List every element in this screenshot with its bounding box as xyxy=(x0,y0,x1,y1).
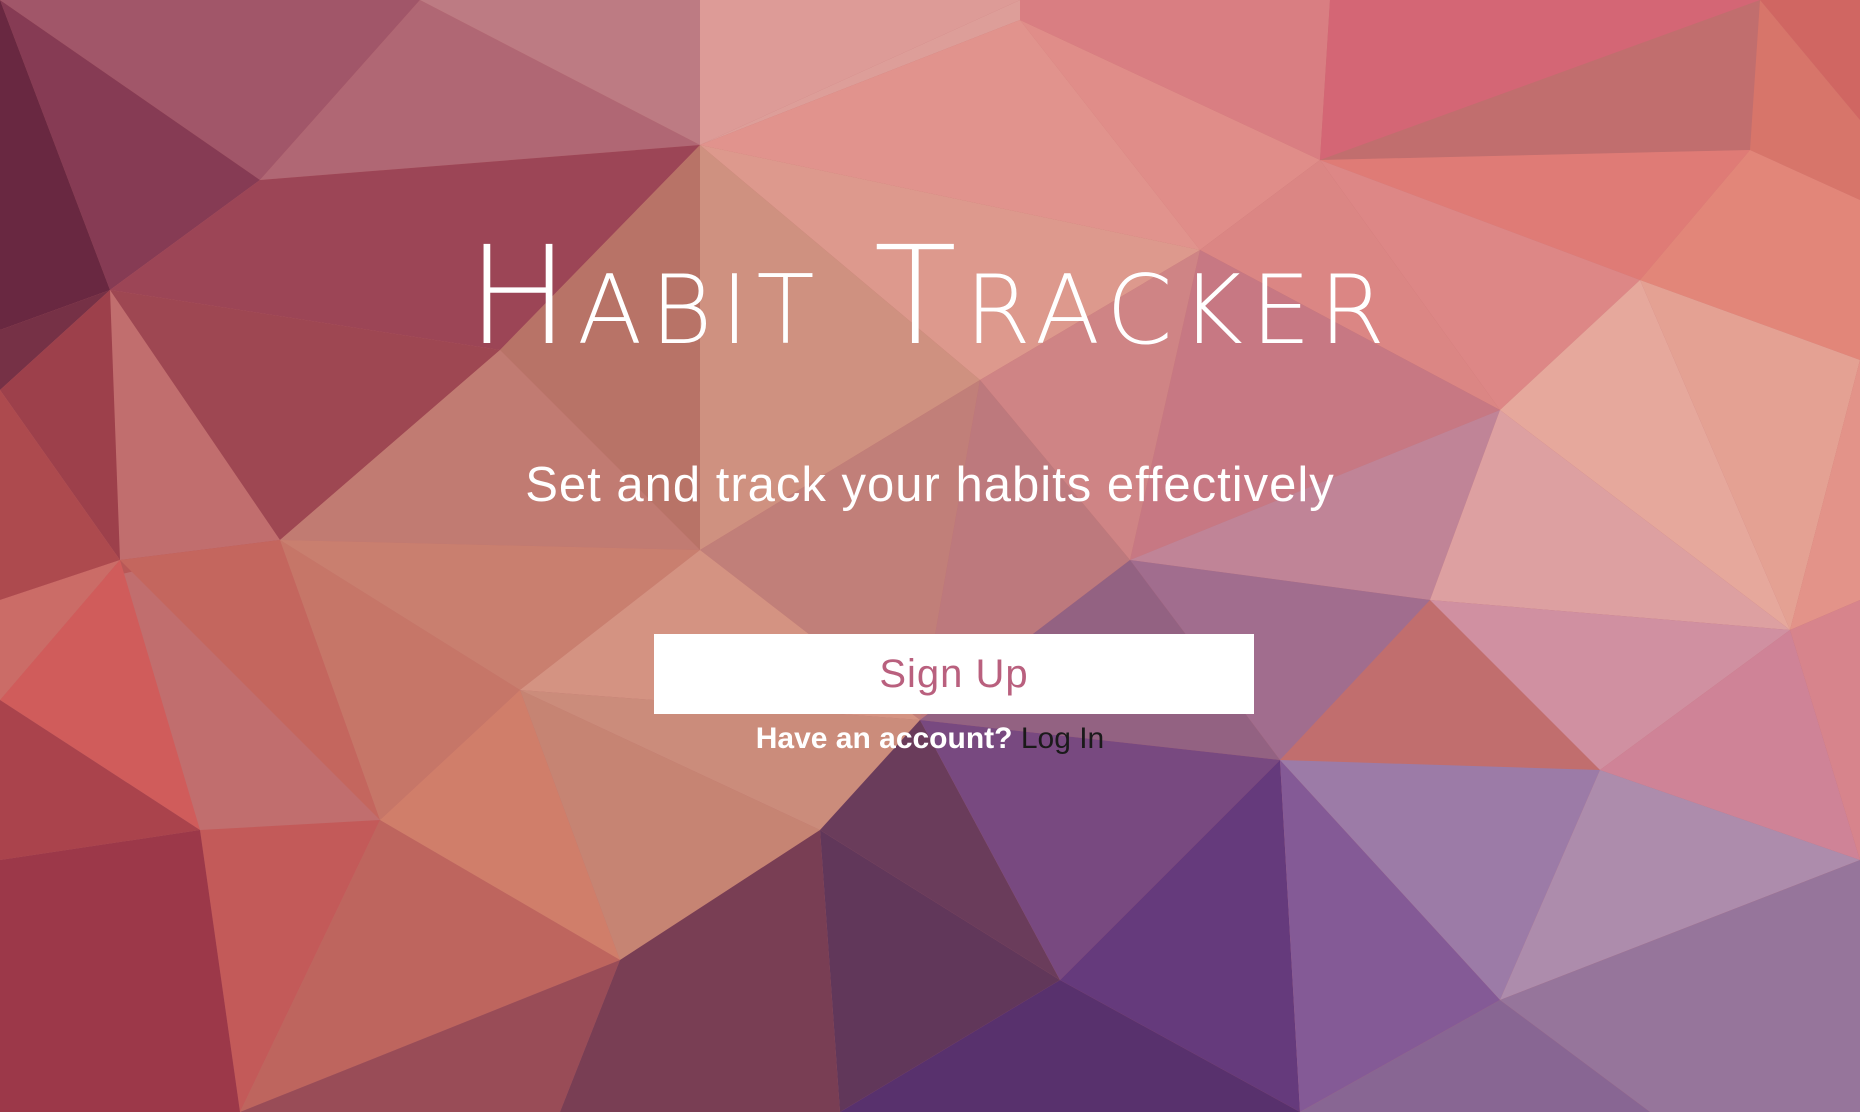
hero-section: Habit Tracker Set and track your habits … xyxy=(0,0,1860,1112)
account-prompt-text: Have an account? xyxy=(755,722,1013,755)
log-in-link[interactable]: Log In xyxy=(1021,722,1104,755)
sign-up-button[interactable]: Sign Up xyxy=(654,634,1254,714)
app-title: Habit Tracker xyxy=(467,218,1393,376)
login-prompt-line: Have an account? Log In xyxy=(0,718,1860,760)
tagline: Set and track your habits effectively xyxy=(525,458,1335,512)
landing-page: Habit Tracker Set and track your habits … xyxy=(0,0,1860,1112)
